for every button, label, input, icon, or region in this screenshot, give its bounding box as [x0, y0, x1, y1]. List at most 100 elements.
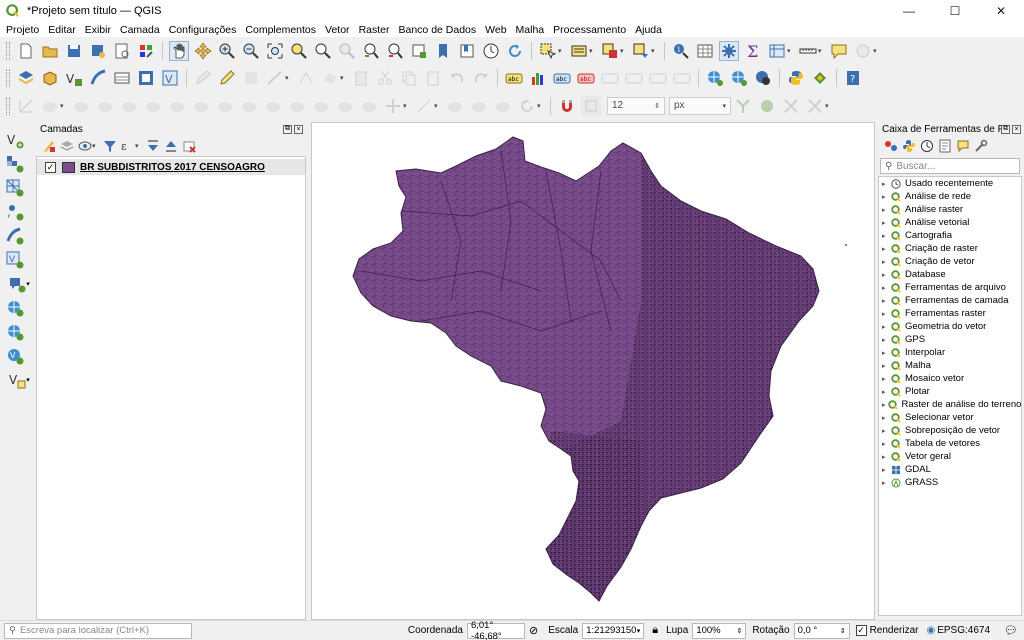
toolbox-item-mesh[interactable]: ▸ Malha: [879, 359, 1021, 372]
open-field-calculator-icon[interactable]: [767, 41, 787, 61]
expand-arrow-icon[interactable]: ▸: [879, 440, 889, 448]
toolbox-item-grass[interactable]: ▸ GRASS: [879, 476, 1021, 489]
layer-row[interactable]: ✓ BR SUBDISTRITOS 2017 CENSOAGRO: [37, 159, 305, 175]
pan-map-icon[interactable]: [169, 40, 189, 61]
add-spatialite-layer-icon[interactable]: [4, 226, 26, 246]
select-location-icon[interactable]: [631, 41, 651, 61]
remove-layer-icon[interactable]: [181, 138, 197, 154]
add-vector-layer-icon[interactable]: V: [4, 130, 26, 150]
scripts-icon[interactable]: [901, 138, 917, 154]
add-virtual-layer-icon[interactable]: V: [4, 250, 26, 270]
toolbox-item-interpolation[interactable]: ▸ Interpolar: [879, 346, 1021, 359]
render-checkbox[interactable]: ✓: [855, 625, 867, 636]
label-toolbar-abc-icon[interactable]: abc: [504, 68, 524, 88]
menu-malha[interactable]: Malha: [516, 24, 545, 36]
save-as-icon[interactable]: [88, 41, 108, 61]
models-icon[interactable]: [883, 138, 899, 154]
new-bookmark-icon[interactable]: [433, 41, 453, 61]
refresh-icon[interactable]: [505, 41, 525, 61]
new-vector-layer-icon[interactable]: V ▾: [4, 370, 34, 390]
menu-processamento[interactable]: Processamento: [553, 24, 626, 36]
layer-visibility-checkbox[interactable]: ✓: [45, 161, 56, 173]
rotation-spinbox[interactable]: 0,0 ° ⇕: [793, 622, 850, 639]
select-features-icon[interactable]: [538, 41, 558, 61]
expand-arrow-icon[interactable]: ▸: [879, 414, 889, 422]
menu-raster[interactable]: Raster: [359, 24, 390, 36]
expand-arrow-icon[interactable]: ▸: [879, 310, 889, 318]
toolbar-grip[interactable]: [6, 68, 10, 87]
expand-arrow-icon[interactable]: ▸: [879, 206, 889, 214]
expand-arrow-icon[interactable]: ▸: [879, 323, 889, 331]
expand-arrow-icon[interactable]: ▸: [879, 271, 889, 279]
toolbox-item-used-recently[interactable]: ▸ Usado recentemente: [879, 177, 1021, 190]
layer-tree[interactable]: ✓ BR SUBDISTRITOS 2017 CENSOAGRO: [36, 156, 306, 620]
add-wcs-layer-icon[interactable]: [4, 322, 26, 342]
toolbox-item-raster-analysis[interactable]: ▸ Análise raster: [879, 203, 1021, 216]
toolbox-item-database[interactable]: ▸ Database: [879, 268, 1021, 281]
new-mesh-layer-icon[interactable]: V: [160, 68, 180, 88]
expand-arrow-icon[interactable]: ▸: [879, 297, 889, 305]
menu-editar[interactable]: Editar: [48, 24, 75, 36]
zoom-next-icon[interactable]: [385, 41, 405, 61]
toggle-editing-icon[interactable]: [217, 68, 237, 88]
options-icon[interactable]: [973, 138, 989, 154]
menu-complementos[interactable]: Complementos: [245, 24, 316, 36]
expand-arrow-icon[interactable]: ▸: [879, 466, 889, 474]
toolbox-item-vector-selection[interactable]: ▸ Selecionar vetor: [879, 411, 1021, 424]
chevron-down-icon[interactable]: ▾: [92, 142, 99, 150]
toolbar-grip[interactable]: [6, 41, 10, 60]
toggle-extents-icon[interactable]: ⊘: [529, 624, 538, 637]
zoom-out-icon[interactable]: [241, 41, 261, 61]
new-geopackage-icon[interactable]: [40, 68, 60, 88]
expand-arrow-icon[interactable]: ▸: [879, 180, 889, 188]
filter-legend-icon[interactable]: [102, 138, 118, 154]
toolbox-item-plots[interactable]: ▸ Plotar: [879, 385, 1021, 398]
new-virtual-layer-icon[interactable]: [112, 68, 132, 88]
attribute-table-icon[interactable]: [695, 41, 715, 61]
toolbox-item-raster-tools[interactable]: ▸ Ferramentas raster: [879, 307, 1021, 320]
menu-ajuda[interactable]: Ajuda: [635, 24, 662, 36]
expand-arrow-icon[interactable]: ▸: [879, 479, 889, 487]
magnifier-spinbox[interactable]: 100% ⇕: [692, 622, 747, 639]
edit-features-in-place-icon[interactable]: [955, 138, 971, 154]
toolbox-item-raster-creation[interactable]: ▸ Criação de raster: [879, 242, 1021, 255]
chevron-down-icon[interactable]: ▾: [787, 47, 794, 55]
expand-arrow-icon[interactable]: ▸: [879, 245, 889, 253]
open-project-icon[interactable]: [40, 41, 60, 61]
close-icon[interactable]: ×: [294, 124, 303, 134]
undock-icon[interactable]: ⧉: [283, 124, 292, 134]
spin-arrows-icon[interactable]: ⇕: [840, 627, 846, 635]
chevron-down-icon[interactable]: ▾: [620, 47, 627, 55]
add-raster-layer-icon[interactable]: [4, 154, 26, 174]
new-temp-layer-icon[interactable]: [136, 68, 156, 88]
expand-arrow-icon[interactable]: ▸: [879, 427, 889, 435]
zoom-in-icon[interactable]: [217, 41, 237, 61]
chevron-down-icon[interactable]: ▾: [26, 280, 30, 288]
layout-manager-icon[interactable]: [112, 41, 132, 61]
crs-button[interactable]: EPSG:4674: [937, 625, 990, 636]
menu-projeto[interactable]: Projeto: [6, 24, 39, 36]
select-by-value-icon[interactable]: [569, 41, 589, 61]
expand-arrow-icon[interactable]: ▸: [879, 375, 889, 383]
metasearch-icon[interactable]: [753, 68, 773, 88]
chevron-down-icon[interactable]: ▾: [651, 47, 658, 55]
add-wfs-ogc-layer-icon[interactable]: V: [4, 346, 26, 366]
highlight-pinned-labels-icon[interactable]: abc: [552, 68, 572, 88]
new-map-view-icon[interactable]: [409, 41, 429, 61]
results-viewer-icon[interactable]: [937, 138, 953, 154]
messages-icon[interactable]: 💬︎: [1004, 624, 1018, 637]
pin-labels-icon[interactable]: abc: [576, 68, 596, 88]
expand-all-icon[interactable]: [145, 138, 161, 154]
save-project-icon[interactable]: [64, 41, 84, 61]
expand-arrow-icon[interactable]: ▸: [879, 193, 889, 201]
history-icon[interactable]: [919, 138, 935, 154]
statistical-summary-icon[interactable]: Σ: [743, 41, 763, 61]
toolbox-item-vector-geometry[interactable]: ▸ Geometria do vetor: [879, 320, 1021, 333]
expand-arrow-icon[interactable]: ▸: [879, 258, 889, 266]
menu-web[interactable]: Web: [485, 24, 506, 36]
toolbox-item-vector-creation[interactable]: ▸ Criação de vetor: [879, 255, 1021, 268]
close-button[interactable]: ✕: [978, 0, 1024, 22]
measure-line-icon[interactable]: [798, 41, 818, 61]
scale-combobox[interactable]: 1:21293150 ▾: [582, 622, 645, 639]
add-delimited-text-icon[interactable]: ,: [4, 202, 26, 222]
